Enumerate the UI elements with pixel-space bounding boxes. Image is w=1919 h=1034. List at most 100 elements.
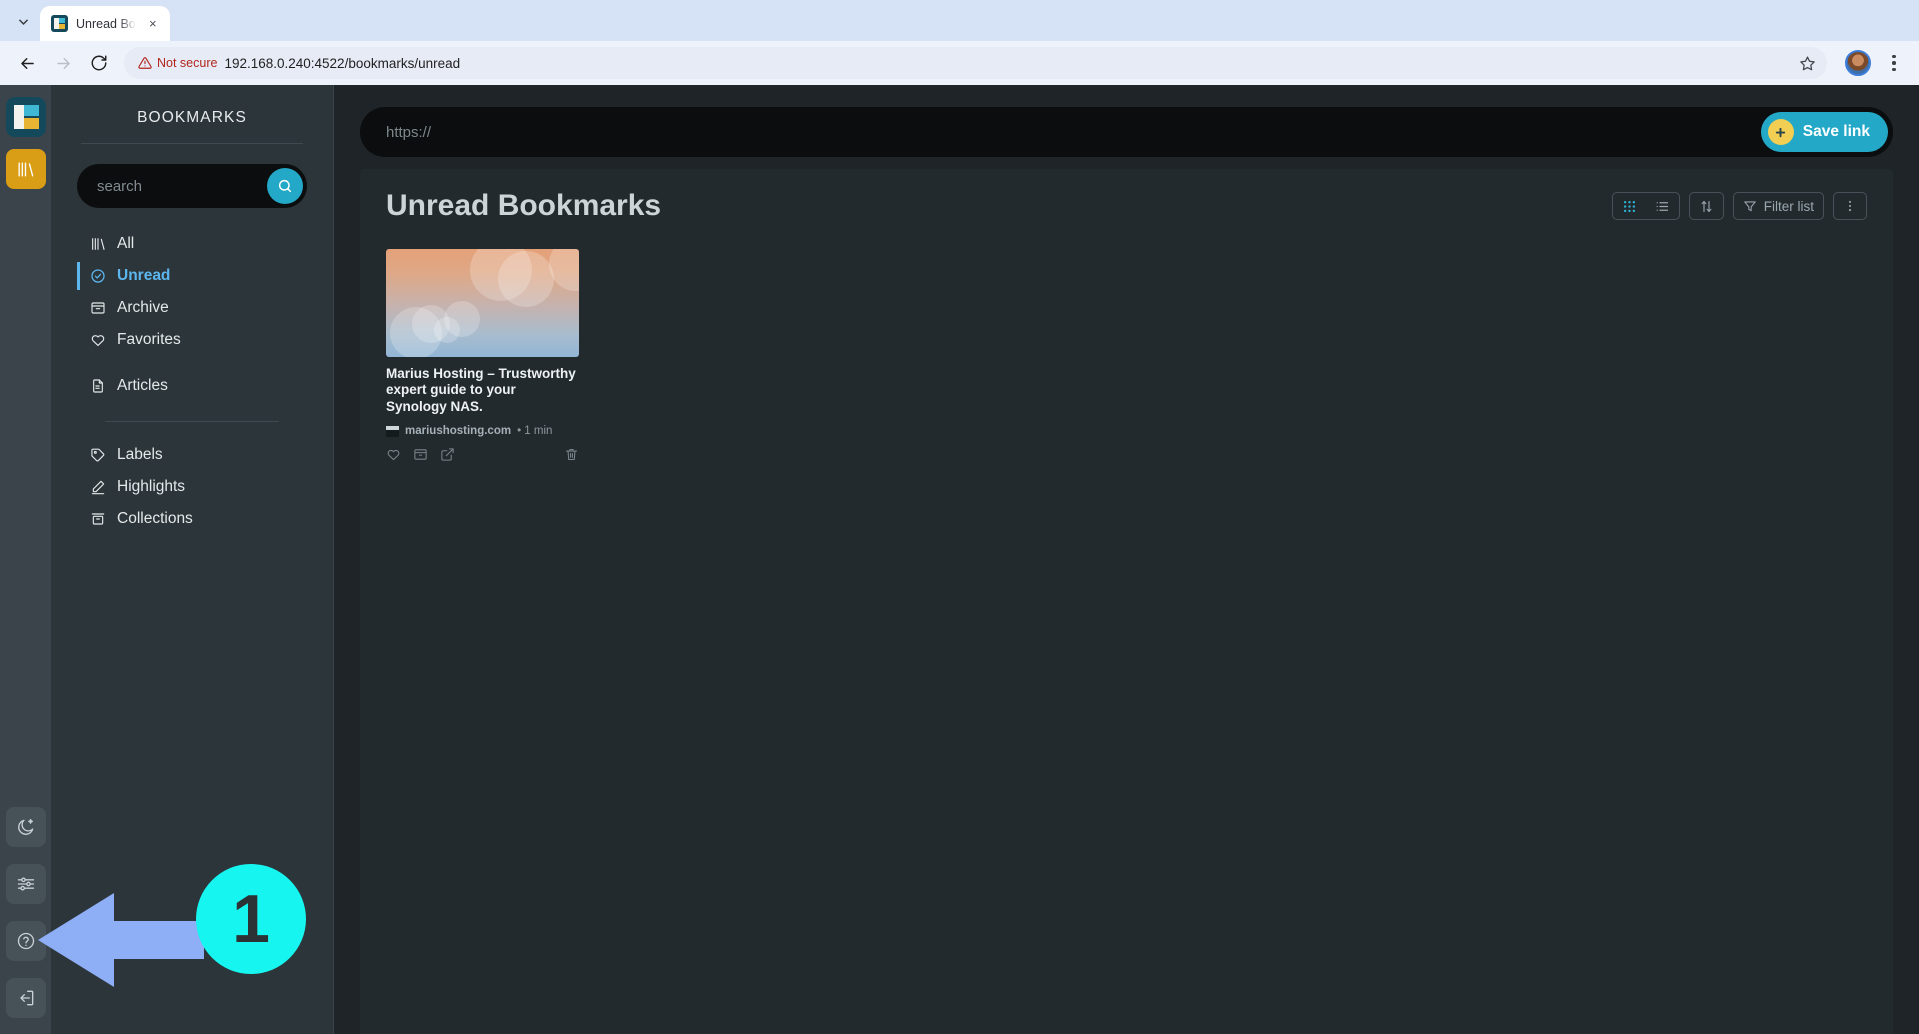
books-icon — [18, 161, 34, 177]
bookmark-star-button[interactable] — [1793, 49, 1821, 77]
archive-icon[interactable] — [413, 447, 428, 467]
arrow-left-icon — [20, 57, 34, 69]
search-box[interactable] — [77, 164, 307, 208]
filter-group: Filter list — [1732, 192, 1824, 220]
sidebar-item-label: Collections — [117, 510, 193, 527]
save-link-row: Save link — [334, 85, 1919, 157]
filter-icon — [1743, 201, 1756, 212]
kebab-menu-icon — [1848, 200, 1852, 212]
reload-button[interactable] — [82, 46, 116, 80]
more-options-button[interactable] — [1834, 193, 1866, 219]
chevron-down-icon — [18, 18, 28, 25]
back-button[interactable] — [10, 46, 44, 80]
tab-strip: Unread Bo × — [0, 0, 1919, 41]
sort-group — [1688, 192, 1724, 220]
avatar[interactable] — [1845, 50, 1871, 76]
sort-button[interactable] — [1690, 193, 1723, 219]
sidebar-item-label: Archive — [117, 299, 169, 316]
bookmark-actions — [386, 447, 579, 467]
filter-list-label: Filter list — [1763, 198, 1814, 214]
sidebar-item-highlights[interactable]: Highlights — [77, 471, 307, 503]
sidebar-nav: All Unread Archive Favorites Articles La… — [77, 222, 307, 535]
save-link-button[interactable]: Save link — [1760, 112, 1888, 152]
sidebar-item-label: Highlights — [117, 478, 186, 495]
trash-icon[interactable] — [564, 447, 579, 467]
page-header: Unread Bookmarks Filter list — [386, 189, 1867, 223]
browser-tab[interactable]: Unread Bo × — [40, 6, 170, 41]
search-icon — [278, 179, 292, 193]
plus-circle-icon — [1767, 119, 1794, 145]
books-icon — [89, 236, 106, 253]
view-mode-group — [1611, 192, 1680, 220]
tab-search-button[interactable] — [8, 6, 38, 36]
kebab-dot — [1892, 54, 1896, 59]
readeck-logo-icon[interactable] — [5, 97, 46, 137]
sidebar-item-articles[interactable]: Articles — [77, 370, 307, 402]
list-view-button[interactable] — [1646, 193, 1679, 219]
archive-icon — [89, 300, 106, 317]
icon-rail — [0, 85, 51, 1034]
search-input[interactable] — [97, 177, 267, 195]
filter-list-button[interactable]: Filter list — [1734, 193, 1823, 219]
bookmark-title[interactable]: Marius Hosting – Trustworthy expert guid… — [386, 366, 579, 415]
sidebar-item-unread[interactable]: Unread — [77, 260, 307, 292]
main-content: Save link Unread Bookmarks — [334, 85, 1919, 1034]
pen-icon — [89, 479, 106, 496]
bookmarks-panel: Unread Bookmarks Filter list Marius Host… — [360, 169, 1893, 1034]
sidebar-item-collections[interactable]: Collections — [77, 503, 307, 535]
page-title: Unread Bookmarks — [386, 189, 662, 222]
rail-item-dark-mode[interactable] — [5, 807, 46, 847]
tag-icon — [89, 447, 106, 464]
sidebar-item-all[interactable]: All — [77, 228, 307, 260]
divider — [81, 143, 303, 144]
bookmark-meta: mariushosting.com • 1 min — [386, 425, 579, 437]
rail-bottom-group — [5, 807, 46, 1034]
close-icon[interactable]: × — [144, 15, 162, 33]
save-link-label: Save link — [1802, 123, 1870, 140]
readeck-logo-icon — [51, 15, 68, 32]
check-circle-icon — [89, 268, 106, 285]
sidebar-item-label: Articles — [117, 377, 168, 394]
forward-button[interactable] — [46, 46, 80, 80]
browser-window: Unread Bo × Not secure 192.168.0.240:452… — [0, 0, 1919, 1034]
chrome-menu-button[interactable] — [1879, 48, 1909, 78]
sidebar-item-labels[interactable]: Labels — [77, 439, 307, 471]
reload-icon — [91, 55, 107, 71]
bookmark-card[interactable]: Marius Hosting – Trustworthy expert guid… — [386, 249, 579, 467]
rail-item-help[interactable] — [5, 921, 46, 961]
site-favicon — [386, 425, 399, 437]
sidebar-title: BOOKMARKS — [137, 109, 247, 126]
moon-stars-icon — [17, 819, 33, 835]
sidebar-item-favorites[interactable]: Favorites — [77, 324, 307, 356]
sidebar-item-label: Unread — [117, 267, 171, 284]
arrow-right-icon — [56, 57, 70, 69]
sidebar-item-archive[interactable]: Archive — [77, 292, 307, 324]
bookmark-thumbnail[interactable] — [386, 249, 579, 357]
grid-view-button[interactable] — [1613, 193, 1646, 219]
sidebar: BOOKMARKS All — [51, 85, 334, 1034]
more-group — [1833, 192, 1867, 220]
kebab-dot — [1892, 61, 1896, 65]
kebab-dot — [1892, 67, 1896, 72]
save-link-bar[interactable]: Save link — [360, 107, 1893, 157]
tab-title: Unread Bo — [76, 16, 136, 31]
sidebar-item-label: All — [117, 235, 135, 252]
document-icon — [89, 378, 106, 395]
address-bar[interactable]: Not secure 192.168.0.240:4522/bookmarks/… — [124, 47, 1827, 79]
search-button[interactable] — [267, 168, 303, 204]
list-view-icon — [1656, 201, 1668, 211]
toolbar-actions: Filter list — [1611, 192, 1867, 220]
app-shell: BOOKMARKS All — [0, 85, 1919, 1034]
external-link-icon[interactable] — [440, 447, 455, 467]
security-status[interactable]: Not secure — [138, 56, 217, 70]
collection-icon — [89, 511, 106, 528]
favorite-icon[interactable] — [386, 447, 401, 467]
url-input[interactable] — [386, 123, 1761, 141]
rail-item-bookmarks[interactable] — [5, 149, 46, 189]
rail-item-logout[interactable] — [5, 978, 46, 1018]
rail-item-settings[interactable] — [5, 864, 46, 904]
question-circle-icon — [17, 932, 34, 950]
star-icon — [1799, 55, 1815, 70]
grid-view-icon — [1623, 200, 1635, 212]
browser-toolbar: Not secure 192.168.0.240:4522/bookmarks/… — [0, 41, 1919, 85]
